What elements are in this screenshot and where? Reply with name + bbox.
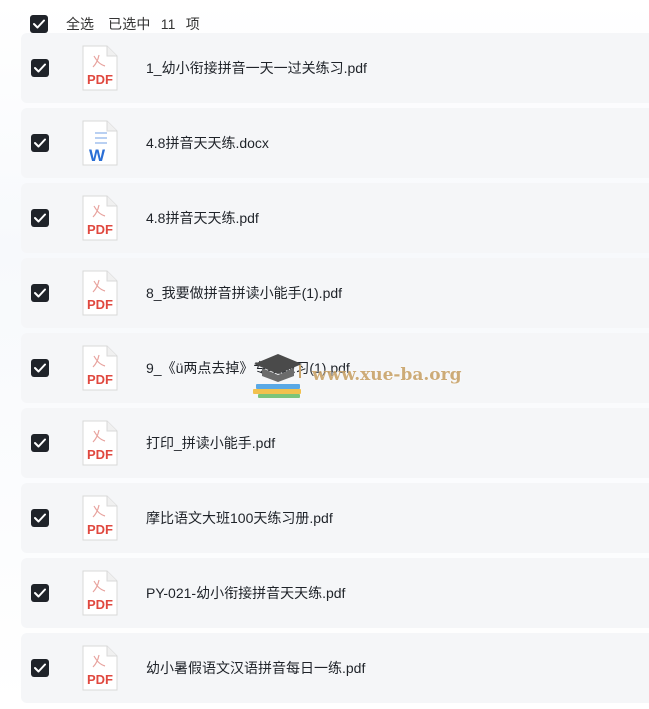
check-icon [34, 138, 46, 148]
file-name[interactable]: 幼小暑假语文汉语拼音每日一练.pdf [146, 658, 365, 678]
file-name[interactable]: 打印_拼读小能手.pdf [146, 433, 275, 453]
file-name[interactable]: 4.8拼音天天练.docx [146, 133, 269, 153]
file-checkbox[interactable] [31, 584, 49, 602]
select-all-checkbox[interactable] [30, 15, 48, 33]
check-icon [34, 513, 46, 523]
select-all-label[interactable]: 全选 [66, 14, 94, 34]
pdf-icon-wrapper: PDF [81, 494, 119, 542]
pdf-file-icon: PDF [82, 345, 118, 391]
file-row[interactable]: PDF 8_我要做拼音拼读小能手(1).pdf [21, 258, 649, 328]
file-name[interactable]: 9_《ü两点去掉》专项练习(1).pdf [146, 358, 350, 378]
file-row[interactable]: PDF 打印_拼读小能手.pdf [21, 408, 649, 478]
check-icon [34, 663, 46, 673]
check-icon [34, 363, 46, 373]
file-name[interactable]: 4.8拼音天天练.pdf [146, 208, 259, 228]
pdf-label: PDF [87, 72, 113, 87]
pdf-icon-wrapper: PDF [81, 344, 119, 392]
pdf-icon-wrapper: PDF [81, 569, 119, 617]
pdf-label: PDF [87, 522, 113, 537]
pdf-file-icon: PDF [82, 270, 118, 316]
pdf-file-icon: PDF [82, 420, 118, 466]
selected-prefix: 已选中 [108, 16, 151, 32]
check-icon [34, 288, 46, 298]
file-row[interactable]: PDF 幼小暑假语文汉语拼音每日一练.pdf [21, 633, 649, 703]
file-checkbox[interactable] [31, 59, 49, 77]
file-checkbox[interactable] [31, 509, 49, 527]
pdf-icon-wrapper: PDF [81, 644, 119, 692]
file-checkbox[interactable] [31, 284, 49, 302]
file-name[interactable]: 8_我要做拼音拼读小能手(1).pdf [146, 283, 342, 303]
selected-suffix: 项 [185, 16, 200, 32]
selection-header: 全选 已选中 11 项 [0, 0, 649, 48]
pdf-file-icon: PDF [82, 645, 118, 691]
file-checkbox[interactable] [31, 434, 49, 452]
file-name[interactable]: PY-021-幼小衔接拼音天天练.pdf [146, 583, 345, 603]
file-row[interactable]: PDF 9_《ü两点去掉》专项练习(1).pdf [21, 333, 649, 403]
selected-count: 11 [160, 16, 176, 32]
file-checkbox[interactable] [31, 359, 49, 377]
pdf-file-icon: PDF [82, 570, 118, 616]
file-row[interactable]: PDF PY-021-幼小衔接拼音天天练.pdf [21, 558, 649, 628]
pdf-label: PDF [87, 672, 113, 687]
pdf-file-icon: PDF [82, 45, 118, 91]
word-label: W [89, 146, 106, 165]
word-icon-wrapper: W [81, 119, 119, 167]
check-icon [34, 63, 46, 73]
check-icon [33, 19, 45, 29]
file-row[interactable]: W 4.8拼音天天练.docx [21, 108, 649, 178]
file-name[interactable]: 1_幼小衔接拼音一天一过关练习.pdf [146, 58, 367, 78]
selected-count-text: 已选中 11 项 [108, 14, 206, 34]
pdf-file-icon: PDF [82, 195, 118, 241]
check-icon [34, 213, 46, 223]
pdf-icon-wrapper: PDF [81, 44, 119, 92]
check-icon [34, 588, 46, 598]
pdf-label: PDF [87, 297, 113, 312]
word-file-icon: W [82, 120, 118, 166]
pdf-file-icon: PDF [82, 495, 118, 541]
check-icon [34, 438, 46, 448]
file-name[interactable]: 摩比语文大班100天练习册.pdf [146, 508, 333, 528]
pdf-label: PDF [87, 372, 113, 387]
pdf-label: PDF [87, 597, 113, 612]
file-row[interactable]: PDF 摩比语文大班100天练习册.pdf [21, 483, 649, 553]
file-row[interactable]: PDF 4.8拼音天天练.pdf [21, 183, 649, 253]
pdf-icon-wrapper: PDF [81, 194, 119, 242]
pdf-icon-wrapper: PDF [81, 419, 119, 467]
pdf-label: PDF [87, 447, 113, 462]
file-checkbox[interactable] [31, 134, 49, 152]
file-checkbox[interactable] [31, 659, 49, 677]
pdf-icon-wrapper: PDF [81, 269, 119, 317]
file-checkbox[interactable] [31, 209, 49, 227]
pdf-label: PDF [87, 222, 113, 237]
